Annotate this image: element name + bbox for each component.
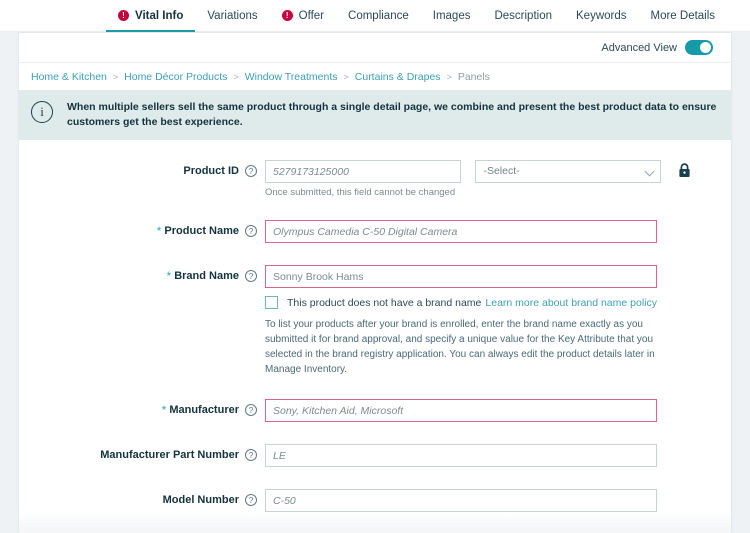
- brand-name-policy-link[interactable]: Learn more about brand name policy: [485, 297, 657, 309]
- no-brand-name-label: This product does not have a brand name: [287, 296, 482, 309]
- breadcrumb-item-home-kitchen[interactable]: Home & Kitchen: [31, 71, 107, 83]
- error-badge-icon: !: [281, 10, 293, 21]
- info-banner: i When multiple sellers sell the same pr…: [19, 90, 731, 141]
- product-id-input[interactable]: [265, 160, 461, 184]
- field-row-manufacturer: * Manufacturer ?: [19, 399, 731, 423]
- advanced-view-toggle[interactable]: [685, 40, 713, 55]
- toggle-knob: [700, 42, 711, 53]
- field-brand-name: This product does not have a brand name …: [265, 265, 731, 377]
- breadcrumb-separator-icon: >: [112, 71, 119, 82]
- field-row-product-id: Product ID ? -Select-: [19, 160, 731, 198]
- tab-label: Images: [432, 9, 471, 22]
- label-text: Product ID: [183, 165, 239, 178]
- field-model-number: [265, 489, 731, 513]
- breadcrumb-item-curtains-drapes[interactable]: Curtains & Drapes: [355, 71, 441, 83]
- brand-name-help-text: To list your products after your brand i…: [265, 319, 655, 376]
- tab-vital-info[interactable]: ! Vital Info: [106, 0, 196, 33]
- help-icon[interactable]: ?: [245, 494, 257, 507]
- info-icon: i: [31, 101, 53, 123]
- page-root: ! Vital Info Variations ! Offer Complian…: [0, 0, 750, 533]
- breadcrumb-separator-icon: >: [343, 71, 349, 82]
- tab-label: More Details: [650, 9, 716, 22]
- label-brand-name: * Brand Name ?: [19, 265, 265, 284]
- manufacturer-input[interactable]: [265, 399, 657, 423]
- manufacturer-part-number-input[interactable]: [265, 444, 657, 468]
- breadcrumb-item-panels: Panels: [457, 70, 490, 83]
- tab-label: Description: [494, 9, 552, 22]
- help-icon[interactable]: ?: [245, 165, 257, 178]
- model-number-input[interactable]: [265, 489, 657, 513]
- tab-variations[interactable]: Variations: [195, 0, 269, 32]
- advanced-view-row: Advanced View: [19, 33, 731, 63]
- content-card: Advanced View Home & Kitchen > Home Déco…: [18, 32, 732, 533]
- help-icon[interactable]: ?: [245, 404, 257, 417]
- required-indicator: *: [161, 403, 167, 418]
- label-text: Manufacturer: [169, 404, 239, 417]
- lock-svg: [679, 163, 690, 178]
- field-row-manufacturer-part-number: Manufacturer Part Number ?: [19, 444, 731, 468]
- field-row-product-name: * Product Name ?: [19, 220, 731, 244]
- label-manufacturer: * Manufacturer ?: [19, 399, 265, 418]
- vital-info-form: Product ID ? -Select-: [19, 140, 731, 513]
- product-id-hint: Once submitted, this field cannot be cha…: [265, 187, 456, 199]
- tab-bar: ! Vital Info Variations ! Offer Complian…: [0, 0, 750, 33]
- label-text: Product Name: [164, 225, 239, 238]
- tab-label: Variations: [207, 9, 258, 22]
- field-product-id: -Select- Once submitted, this field cann…: [265, 160, 731, 198]
- breadcrumb: Home & Kitchen > Home Décor Products > W…: [19, 63, 731, 90]
- breadcrumb-separator-icon: >: [446, 71, 452, 82]
- label-manufacturer-part-number: Manufacturer Part Number ?: [19, 444, 265, 462]
- breadcrumb-separator-icon: >: [233, 71, 239, 82]
- label-model-number: Model Number ?: [19, 489, 265, 507]
- required-indicator: *: [166, 269, 172, 284]
- breadcrumb-item-window-treatments[interactable]: Window Treatments: [245, 71, 338, 83]
- no-brand-name-checkbox[interactable]: [265, 296, 278, 310]
- advanced-view-label: Advanced View: [601, 41, 677, 54]
- lock-icon: [678, 163, 691, 183]
- breadcrumb-item-home-decor-products[interactable]: Home Décor Products: [124, 71, 227, 83]
- select-value: -Select-: [475, 160, 662, 184]
- tab-more-details[interactable]: More Details: [639, 0, 728, 32]
- product-name-input[interactable]: [265, 220, 657, 244]
- field-manufacturer-part-number: [265, 444, 731, 468]
- field-row-model-number: Model Number ?: [19, 489, 731, 513]
- info-banner-text: When multiple sellers sell the same prod…: [67, 101, 717, 129]
- help-icon[interactable]: ?: [245, 270, 257, 283]
- tab-images[interactable]: Images: [421, 0, 483, 32]
- product-id-type-select[interactable]: -Select-: [475, 160, 662, 184]
- label-product-id: Product ID ?: [19, 160, 265, 178]
- tab-keywords[interactable]: Keywords: [564, 0, 639, 32]
- tab-label: Offer: [298, 9, 325, 22]
- field-row-brand-name: * Brand Name ? This product does not hav…: [19, 265, 731, 377]
- tab-label: Vital Info: [135, 9, 184, 22]
- tab-description[interactable]: Description: [482, 0, 564, 32]
- help-icon[interactable]: ?: [245, 225, 257, 238]
- tab-offer[interactable]: ! Offer: [270, 0, 336, 32]
- required-indicator: *: [156, 224, 162, 239]
- error-badge-icon: !: [118, 10, 129, 21]
- tab-label: Keywords: [576, 9, 627, 22]
- field-product-name: [265, 220, 731, 244]
- brand-name-input[interactable]: [265, 265, 657, 289]
- error-mark-glyph: !: [122, 10, 125, 20]
- help-icon[interactable]: ?: [245, 449, 257, 462]
- tab-label: Compliance: [348, 9, 409, 22]
- field-manufacturer: [265, 399, 731, 423]
- label-text: Manufacturer Part Number: [100, 449, 239, 462]
- error-mark-glyph: !: [285, 10, 289, 20]
- no-brand-name-row: This product does not have a brand name …: [265, 296, 657, 310]
- label-text: Model Number: [162, 494, 239, 507]
- label-text: Brand Name: [174, 270, 239, 283]
- info-glyph: i: [40, 104, 44, 119]
- label-product-name: * Product Name ?: [19, 220, 265, 239]
- tab-compliance[interactable]: Compliance: [336, 0, 421, 32]
